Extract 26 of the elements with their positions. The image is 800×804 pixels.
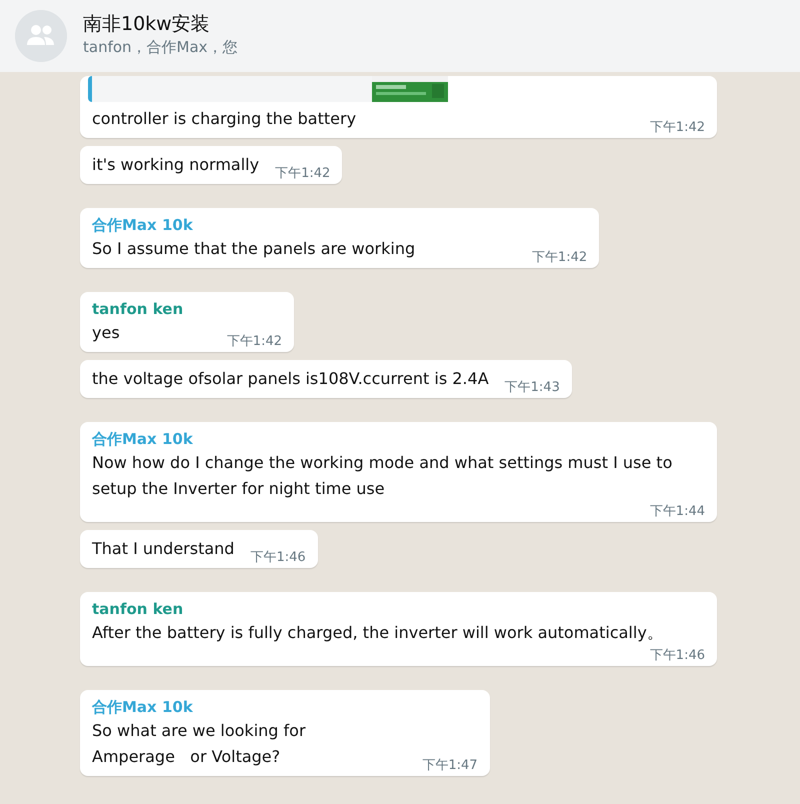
message-text: the voltage ofsolar panels is108V.ccurrent is 2.4A — [92, 368, 489, 390]
message-text: After the battery is fully charged, the inverter will work automatically。 — [92, 622, 663, 644]
participants: tanfon，合作Max，您 — [83, 37, 238, 58]
message-time: 下午1:42 — [530, 249, 588, 267]
message-time: 下午1:47 — [421, 757, 478, 775]
chat-title: 南非10kw安装 — [83, 13, 211, 36]
sender-name: tanfon ken — [92, 599, 184, 620]
message-text: That I understand — [92, 538, 234, 560]
sender-name: 合作Max 10k — [92, 697, 194, 718]
message-text: it's working normally — [92, 154, 260, 176]
message-time: 下午1:46 — [249, 549, 306, 567]
message-time: 下午1:42 — [226, 333, 282, 351]
message-time: 下午1:43 — [504, 379, 560, 397]
message-text: So I assume that the panels are working — [92, 238, 416, 260]
message-time: 下午1:42 — [648, 119, 705, 137]
sender-name: 合作Max 10k — [92, 215, 194, 236]
message-time: 下午1:46 — [648, 647, 705, 665]
sender-name: tanfon ken — [92, 299, 184, 320]
message-text: yes — [92, 322, 120, 344]
message-time: 下午1:42 — [274, 165, 330, 183]
message-time: 下午1:44 — [648, 503, 705, 521]
message-text: controller is charging the battery — [92, 108, 356, 130]
quoted-message[interactable] — [88, 76, 448, 102]
sender-name: 合作Max 10k — [92, 429, 194, 450]
message-text: Now how do I change the working mode and what settings must I use to setup the Inverter for night time use — [92, 452, 674, 500]
message-text: So what are we looking for Amperage or Voltage? — [92, 720, 306, 768]
